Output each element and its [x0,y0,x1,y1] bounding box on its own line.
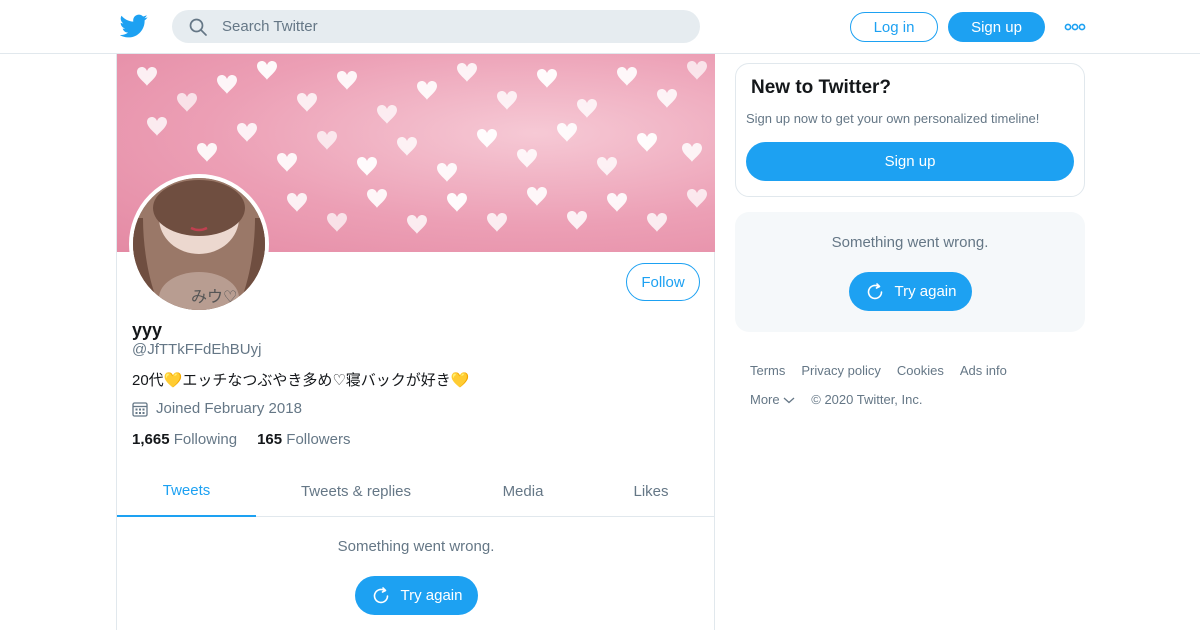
footer-link-cookies[interactable]: Cookies [897,363,944,378]
profile-bio: 20代💛エッチなつぶやき多め♡寝バックが好き💛 [132,372,470,389]
timeline-error-message: Something went wrong. [337,538,495,555]
footer-more-menu[interactable]: More [750,392,795,407]
followers-link[interactable]: 165 Followers [257,431,350,448]
profile-avatar[interactable]: みウ♡ [129,174,269,314]
footer-more-label: More [750,392,780,407]
footer-link-terms[interactable]: Terms [750,363,785,378]
footer-link-ads-info[interactable]: Ads info [960,363,1007,378]
more-options-icon[interactable] [1064,17,1086,37]
profile-column: みウ♡ Follow yyy @JfTTkFFdEhBUyj 20代💛エッチなつ… [116,54,715,630]
timeline-try-again-button[interactable]: Try again [355,576,478,615]
followers-label: Followers [286,431,351,448]
sidebar-signup-button[interactable]: Sign up [746,142,1074,181]
followers-count: 165 [257,431,283,448]
chevron-down-icon [783,397,795,404]
twitter-bird-icon[interactable] [120,12,148,40]
footer-copyright: © 2020 Twitter, Inc. [811,392,923,407]
search-icon [189,18,207,36]
search-box[interactable] [172,10,700,43]
refresh-icon [867,282,882,299]
footer-link-privacy[interactable]: Privacy policy [801,363,880,378]
sidebar-subtitle: Sign up now to get your own personalized… [746,111,1040,126]
calendar-icon [132,401,148,417]
sidebar-error-card: Something went wrong. Try again [735,212,1085,332]
search-input[interactable] [222,18,682,35]
timeline-try-again-label: Try again [400,587,463,604]
login-button[interactable]: Log in [850,12,938,42]
svg-text:みウ♡: みウ♡ [191,287,237,306]
profile-stats: 1,665 Following 165 Followers [132,431,350,448]
sidebar-try-again-label: Try again [894,283,957,300]
profile-display-name: yyy [132,320,163,340]
tab-tweets-and-replies[interactable]: Tweets & replies [256,465,456,517]
following-link[interactable]: 1,665 Following [132,431,237,448]
tab-likes[interactable]: Likes [590,465,712,517]
sidebar-error-message: Something went wrong. [831,234,989,251]
profile-handle: @JfTTkFFdEhBUyj [132,341,262,358]
sidebar-title: New to Twitter? [751,77,892,98]
following-label: Following [173,431,238,448]
new-to-twitter-card: New to Twitter? Sign up now to get your … [735,63,1085,197]
refresh-icon [373,586,388,603]
top-navigation-bar: Log in Sign up [0,0,1200,54]
tab-media[interactable]: Media [456,465,590,517]
footer-links: Terms Privacy policy Cookies Ads info Mo… [750,363,1080,421]
tab-tweets[interactable]: Tweets [117,465,256,517]
signup-button[interactable]: Sign up [948,12,1045,42]
avatar-photo-image: みウ♡ [133,178,265,310]
profile-tabs: Tweets Tweets & replies Media Likes [117,465,715,517]
following-count: 1,665 [132,431,170,448]
follow-button[interactable]: Follow [626,263,700,301]
joined-text: Joined February 2018 [156,400,302,417]
profile-joined-date: Joined February 2018 [132,400,302,417]
sidebar-try-again-button[interactable]: Try again [849,272,972,311]
